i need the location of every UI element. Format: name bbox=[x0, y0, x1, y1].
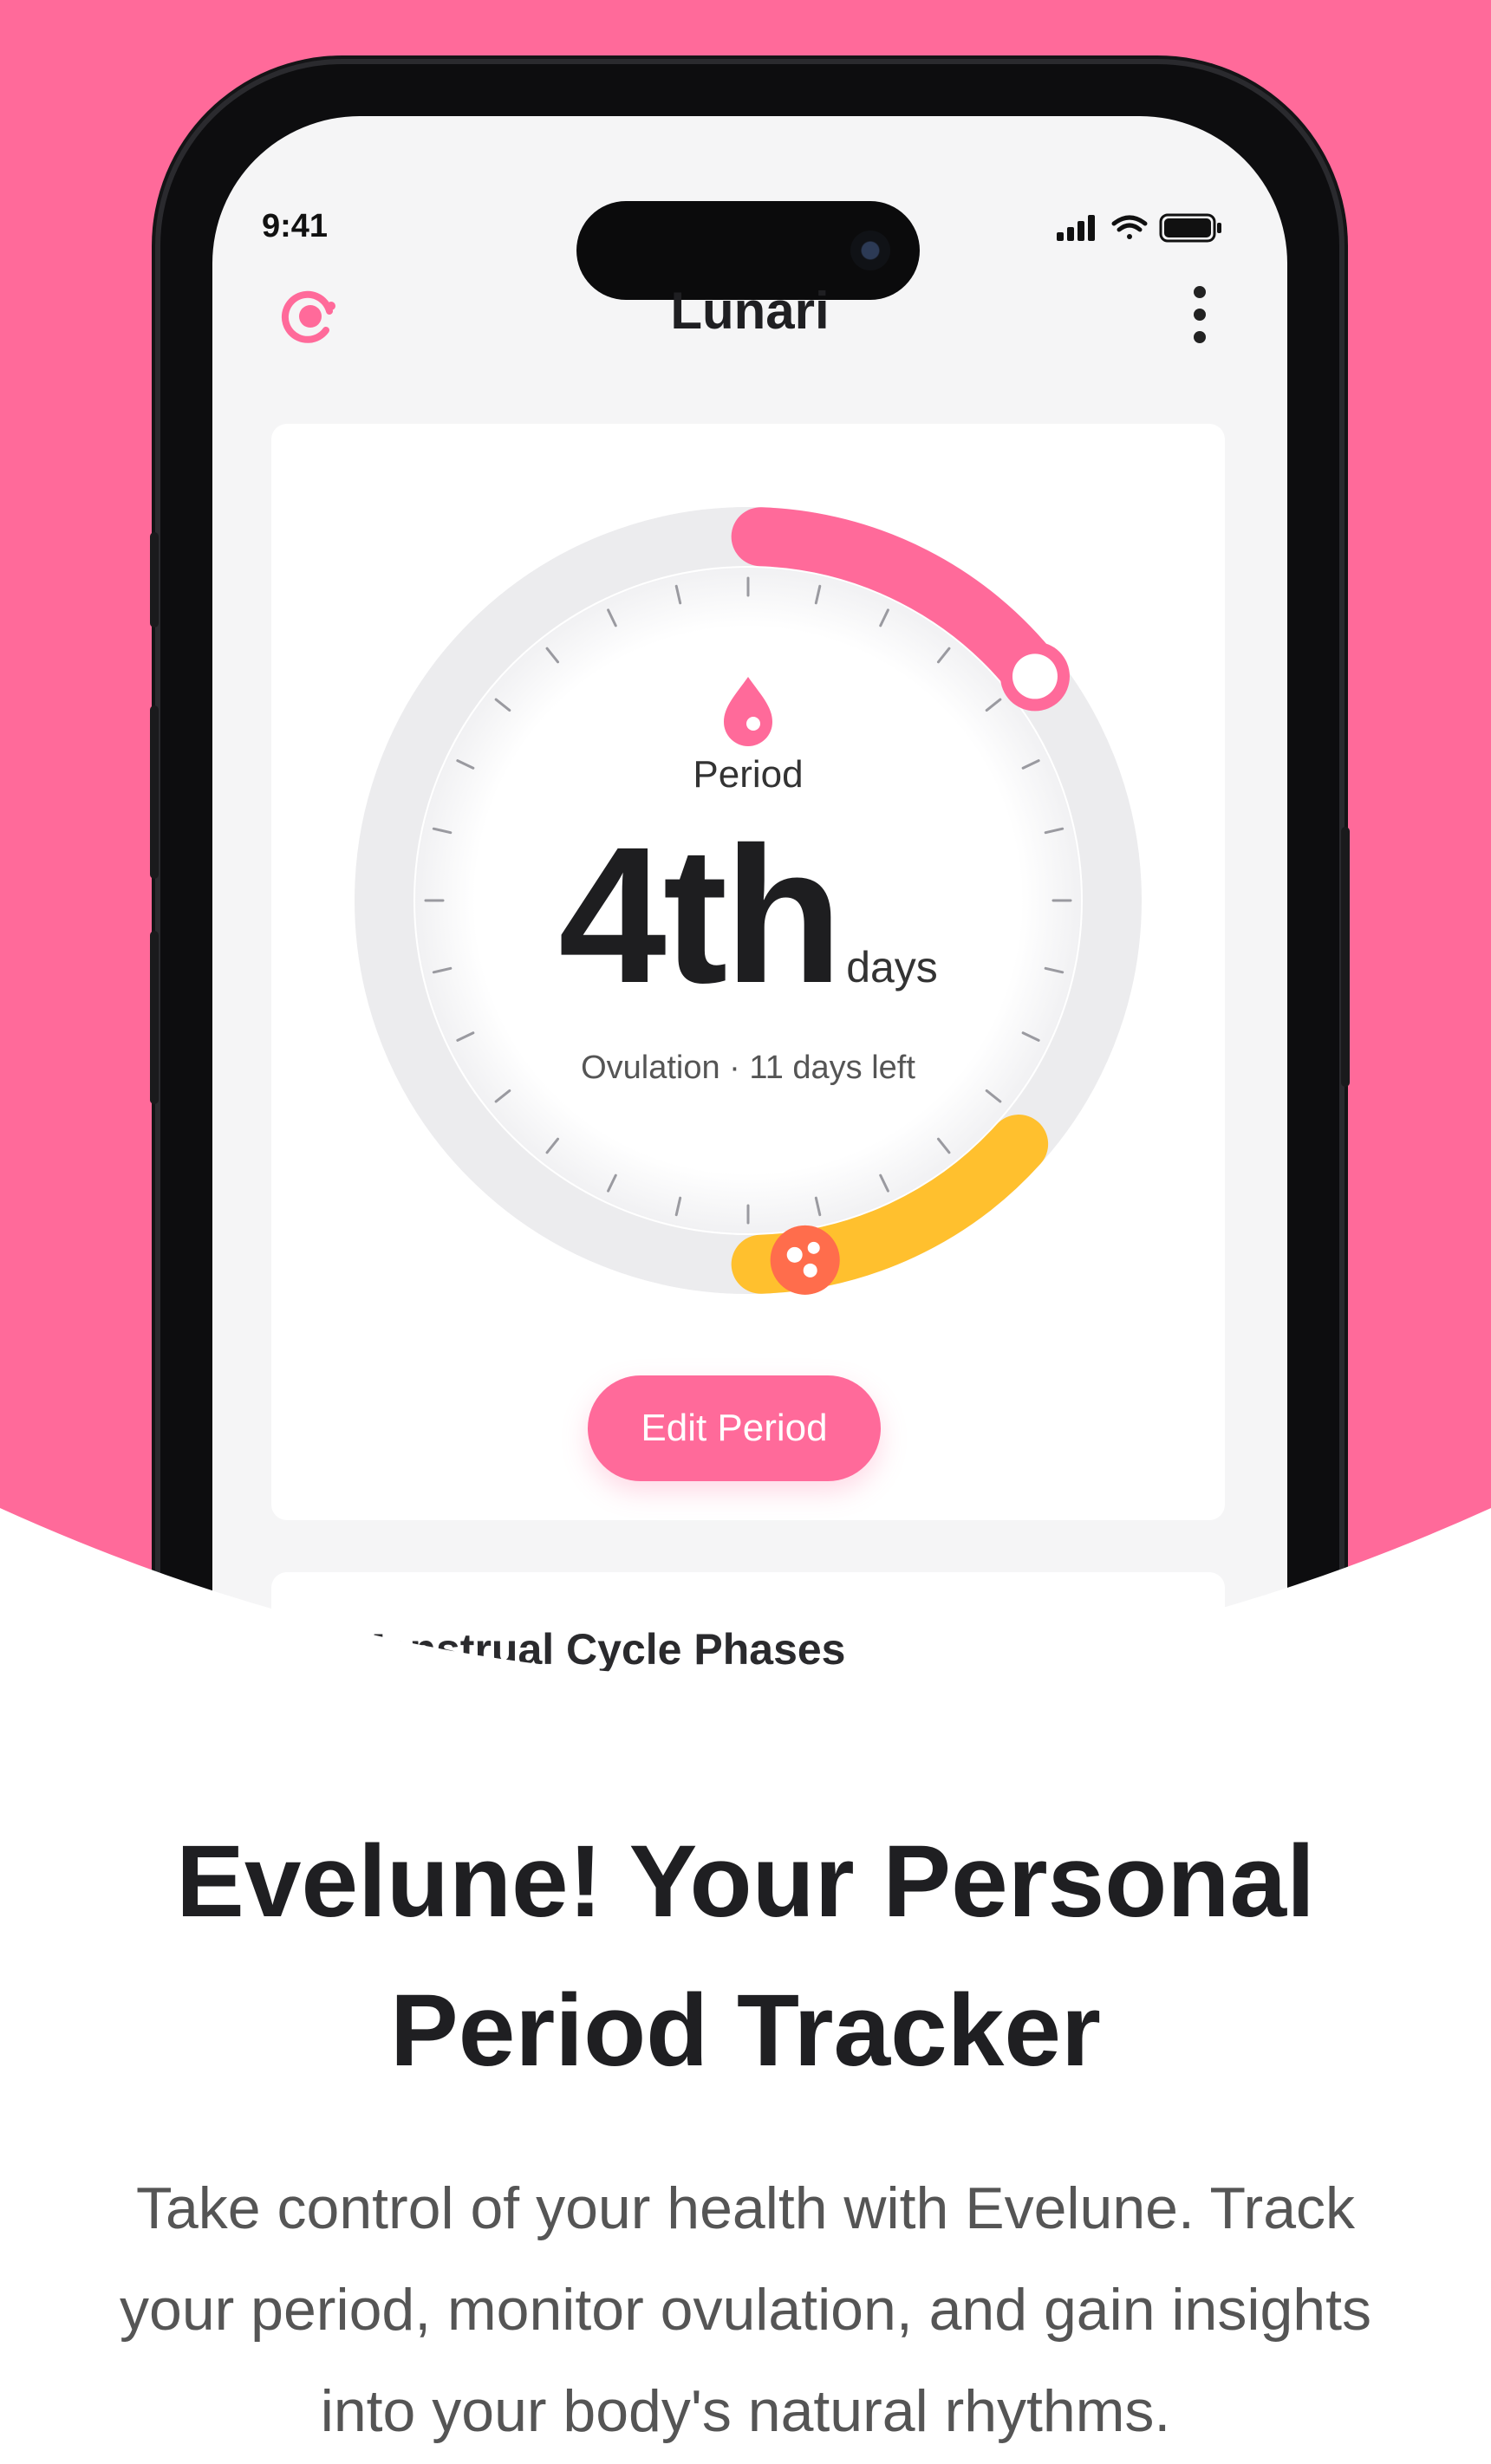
edit-period-button[interactable]: Edit Period bbox=[588, 1375, 881, 1481]
power-button bbox=[1341, 827, 1350, 1087]
volume-down-button bbox=[150, 931, 159, 1104]
hero-curve bbox=[0, 1508, 1491, 1785]
status-time: 9:41 bbox=[262, 208, 329, 244]
wifi-icon bbox=[1111, 215, 1148, 239]
cycle-card: Period 4th days Ovulation · 11 days left … bbox=[271, 424, 1225, 1520]
signal-icon bbox=[1057, 215, 1095, 241]
phase-label: Period bbox=[693, 753, 804, 796]
cycle-handle[interactable] bbox=[999, 641, 1070, 712]
battery-icon bbox=[1159, 213, 1221, 243]
status-icons bbox=[1057, 213, 1221, 243]
marketing-headline: Evelune! Your Personal Period Tracker bbox=[176, 1824, 1315, 2088]
action-button bbox=[150, 532, 159, 627]
ovulation-marker-icon bbox=[770, 1225, 840, 1295]
camera-icon bbox=[850, 231, 890, 270]
volume-up-button bbox=[150, 705, 159, 879]
app-title: Lunari bbox=[670, 282, 830, 340]
more-vertical-icon[interactable] bbox=[1190, 286, 1209, 347]
day-counter: 4th days bbox=[271, 818, 1225, 1012]
marketing-subtext: Take control of your health with Evelune… bbox=[120, 2175, 1371, 2444]
ovulation-countdown: Ovulation · 11 days left bbox=[581, 1050, 915, 1086]
day-value: 4th bbox=[558, 807, 843, 1024]
day-unit: days bbox=[846, 943, 938, 991]
